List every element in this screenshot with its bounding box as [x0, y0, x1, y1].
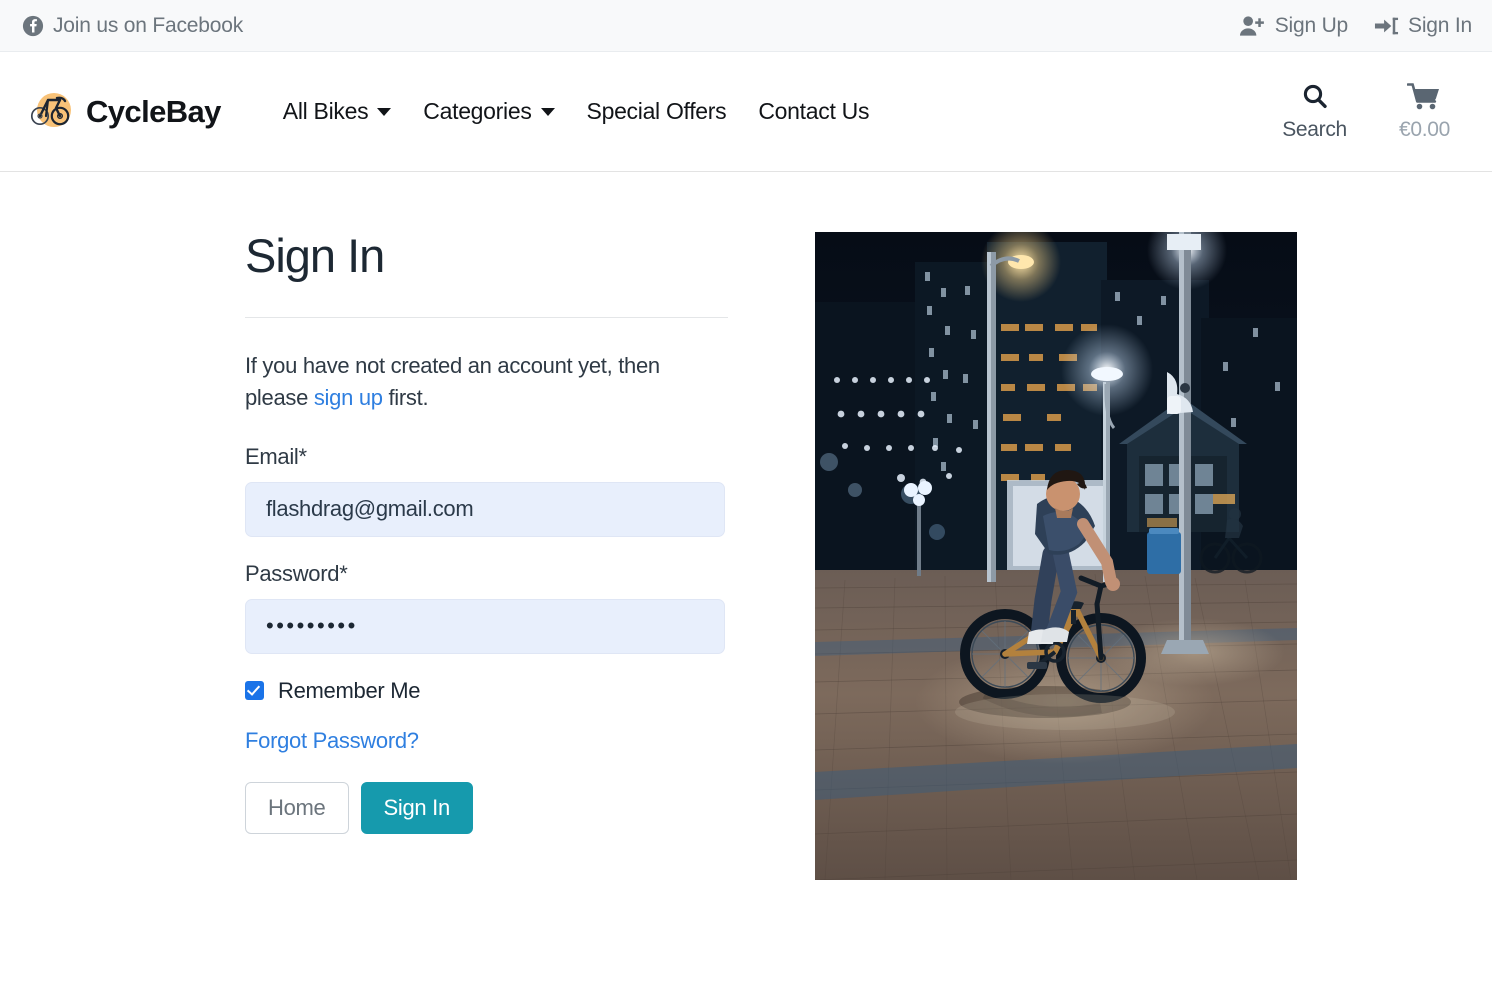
nav-label: All Bikes	[282, 98, 369, 124]
nav-item-categories[interactable]: Categories	[407, 98, 570, 125]
email-label: Email*	[245, 443, 307, 469]
search-button[interactable]: Search	[1282, 82, 1347, 142]
password-field-group: Password* •••••••••	[245, 561, 775, 654]
sign-in-arrow-icon	[1374, 15, 1399, 37]
remember-me-checkbox[interactable]	[245, 681, 264, 701]
home-button[interactable]: Home	[245, 781, 349, 835]
form-actions: Home Sign In	[245, 781, 775, 835]
intro-text-before: If you have not created an account yet, …	[245, 353, 660, 410]
sign-in-form-column: Sign In If you have not created an accou…	[245, 232, 775, 880]
password-input[interactable]: •••••••••	[245, 598, 725, 654]
page-title: Sign In	[245, 229, 385, 282]
sign-up-inline-link[interactable]: sign up	[314, 385, 383, 410]
primary-nav: All Bikes Categories Special Offers Cont…	[267, 98, 885, 125]
bicycle-logo-icon	[24, 86, 76, 138]
sign-up-prompt: If you have not created an account yet, …	[245, 350, 725, 414]
chevron-down-icon	[540, 107, 555, 116]
shopping-cart-icon	[1407, 82, 1441, 112]
hero-image-column	[815, 232, 1297, 880]
nav-item-special-offers[interactable]: Special Offers	[571, 98, 743, 125]
password-masked-value: •••••••••	[266, 613, 358, 639]
utility-top-bar: Join us on Facebook Sign Up Sign In	[0, 0, 1492, 52]
hero-image	[815, 232, 1297, 880]
main-navbar: CycleBay All Bikes Categories Special Of…	[0, 52, 1492, 172]
facebook-icon	[22, 15, 44, 37]
facebook-link[interactable]: Join us on Facebook	[22, 14, 243, 38]
auth-links: Sign Up Sign In	[1239, 14, 1472, 38]
nav-item-all-bikes[interactable]: All Bikes	[267, 98, 408, 125]
nav-label: Categories	[423, 98, 532, 124]
remember-me-row: Remember Me	[245, 678, 775, 704]
sign-in-label: Sign In	[1408, 13, 1472, 37]
page-content: Sign In If you have not created an accou…	[0, 172, 1492, 880]
brand-home-link[interactable]: CycleBay	[24, 86, 221, 138]
cart-button[interactable]: €0.00	[1399, 82, 1450, 142]
cart-total: €0.00	[1398, 117, 1450, 141]
sign-in-submit-button[interactable]: Sign In	[360, 781, 473, 835]
nav-label: Special Offers	[586, 98, 727, 124]
forgot-password-link[interactable]: Forgot Password?	[245, 728, 419, 754]
navbar-actions: Search €0.00	[1282, 82, 1472, 142]
search-label: Search	[1282, 117, 1347, 141]
sign-up-label: Sign Up	[1274, 13, 1349, 37]
chevron-down-icon	[377, 107, 392, 116]
nav-label: Contact Us	[758, 98, 870, 124]
intro-text-after: first.	[382, 384, 429, 410]
sign-up-link[interactable]: Sign Up	[1239, 14, 1348, 38]
brand-name: CycleBay	[86, 93, 221, 129]
email-input[interactable]	[245, 481, 725, 537]
title-divider	[245, 317, 728, 318]
remember-me-label: Remember Me	[278, 677, 421, 703]
password-label: Password*	[245, 560, 348, 586]
user-plus-icon	[1239, 15, 1266, 37]
search-icon	[1300, 82, 1330, 112]
sign-in-link[interactable]: Sign In	[1374, 14, 1472, 38]
email-field-group: Email*	[245, 444, 775, 537]
nav-item-contact-us[interactable]: Contact Us	[742, 98, 885, 125]
facebook-label: Join us on Facebook	[53, 13, 243, 37]
